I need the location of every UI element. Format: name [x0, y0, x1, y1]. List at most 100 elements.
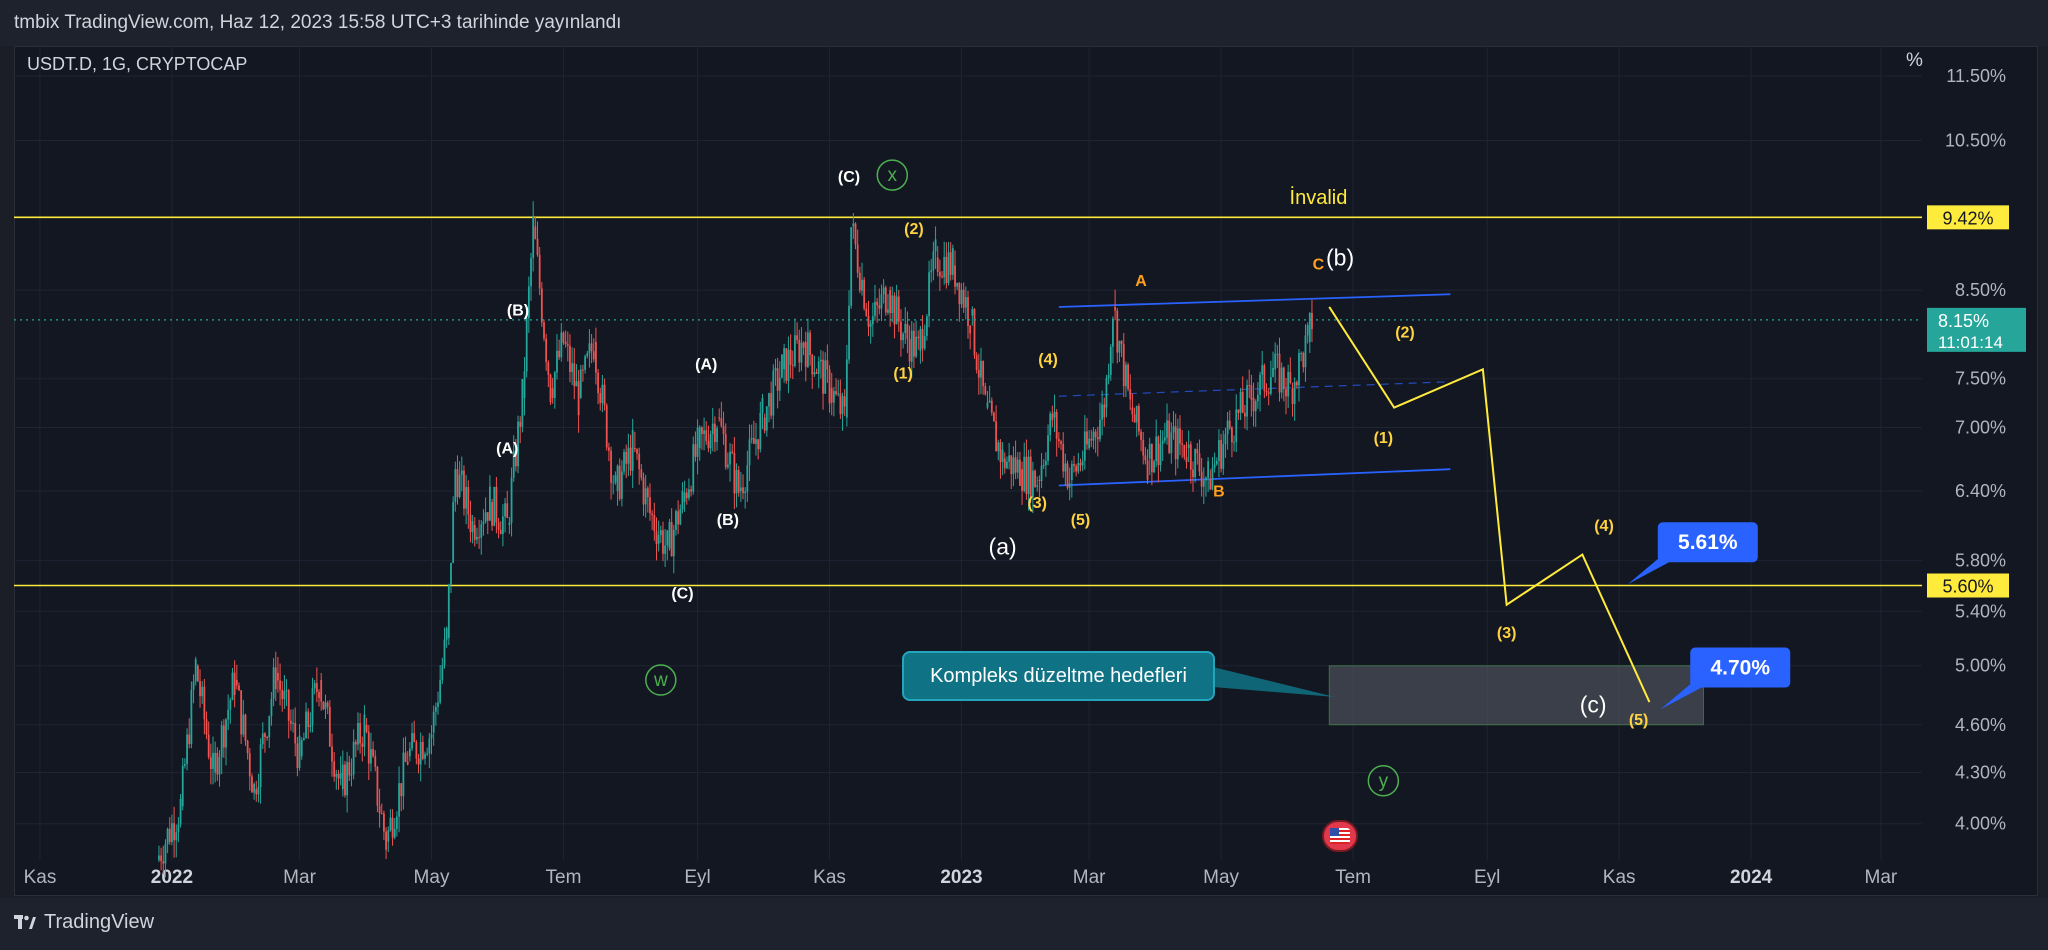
- candle-body: [1243, 412, 1246, 417]
- candle-body: [235, 680, 238, 686]
- candle-body: [590, 343, 593, 352]
- candle-body: [575, 381, 578, 387]
- candle-body: [486, 512, 489, 521]
- candle-body: [951, 248, 954, 275]
- wave-label-white: (A): [496, 440, 518, 457]
- tradingview-logo-icon: [14, 914, 36, 929]
- brand[interactable]: TradingView: [14, 911, 154, 934]
- candle-body: [1118, 341, 1121, 353]
- candle-body: [1269, 377, 1272, 394]
- candle-body: [1168, 420, 1171, 453]
- candle-body: [538, 254, 541, 289]
- candle-body: [854, 223, 857, 245]
- candle-body: [705, 430, 708, 441]
- symbol-legend[interactable]: USDT.D, 1G, CRYPTOCAP: [27, 54, 247, 75]
- candle-body: [480, 524, 483, 538]
- candle-body: [1047, 435, 1049, 461]
- candle-body: [956, 282, 959, 287]
- candle-body: [268, 716, 271, 738]
- candle-body: [923, 335, 926, 349]
- y-tick-label: 5.00%: [1955, 656, 2006, 676]
- candle-body: [1159, 443, 1162, 466]
- candle-body: [977, 370, 980, 378]
- candle-body: [300, 740, 303, 757]
- candle-body: [430, 734, 433, 739]
- wave-label-orange: B: [1213, 484, 1225, 501]
- candle-body: [852, 223, 855, 227]
- candle-body: [1239, 391, 1242, 413]
- candle-body: [988, 400, 991, 403]
- candle-body: [1198, 453, 1201, 472]
- candle-body: [746, 465, 749, 492]
- candle-body: [672, 529, 675, 557]
- x-tick-label: Mar: [283, 867, 316, 888]
- candle-body: [569, 345, 571, 373]
- x-tick-label: Tem: [1335, 867, 1371, 888]
- candle-body: [664, 545, 667, 554]
- candle-body: [350, 774, 353, 776]
- candle-body: [1116, 310, 1119, 353]
- candle-body: [861, 279, 863, 291]
- chart-svg[interactable]: 11.50% 10.50% 8.50% 7.50% 7.00% 6.40% 5.80% 5.4…: [0, 0, 2048, 950]
- wave-label-orange: C: [1313, 257, 1325, 274]
- candle-body: [244, 714, 247, 741]
- candle-body: [1051, 413, 1054, 421]
- candle-body: [1226, 420, 1229, 435]
- candle-body: [274, 667, 277, 690]
- candle-body: [934, 239, 937, 252]
- candle-body: [1055, 411, 1058, 439]
- candle-body: [248, 753, 251, 777]
- candle-body: [1031, 470, 1034, 498]
- candle-body: [175, 832, 178, 841]
- candle-body: [408, 748, 411, 757]
- candle-body: [432, 711, 435, 733]
- candle-body: [1166, 420, 1168, 438]
- candle-body: [1053, 411, 1056, 418]
- candle-body: [307, 711, 310, 728]
- y-tick-label: 8.50%: [1955, 280, 2006, 300]
- candle-body: [229, 699, 232, 710]
- candle-body: [930, 270, 933, 273]
- candle-body: [566, 344, 569, 346]
- candle-body: [166, 828, 169, 845]
- candle-body: [348, 762, 351, 776]
- candle-body: [1274, 353, 1277, 370]
- candle-body: [298, 735, 301, 768]
- candle-body: [980, 360, 982, 378]
- candle-body: [1077, 463, 1080, 472]
- candle-body: [640, 469, 643, 478]
- candle-body: [1129, 389, 1132, 400]
- y-tick-label: 7.50%: [1955, 369, 2006, 389]
- candle-body: [261, 733, 264, 745]
- wave-label-white: (C): [838, 169, 860, 186]
- candle-body: [657, 535, 660, 544]
- candle-body: [1042, 464, 1045, 466]
- candle-body: [696, 427, 699, 457]
- candle-body: [917, 336, 920, 339]
- candle-body: [690, 489, 693, 492]
- candle-body: [562, 332, 565, 343]
- candle-body: [497, 522, 500, 530]
- us-flag-event-icon[interactable]: [1322, 820, 1358, 852]
- callout-note[interactable]: Kompleks düzeltme hedefleri: [902, 651, 1215, 701]
- candle-body: [1248, 385, 1251, 387]
- candle-body: [928, 272, 930, 317]
- candle-body: [1231, 427, 1233, 443]
- y-tick-label: 7.00%: [1955, 418, 2006, 438]
- candle-body: [1192, 469, 1194, 478]
- candle-body: [1040, 465, 1043, 481]
- candle-body: [1006, 461, 1008, 469]
- candle-body: [465, 487, 468, 509]
- candle-body: [536, 238, 539, 255]
- candle-body: [521, 378, 524, 427]
- candle-body: [796, 335, 799, 340]
- candle-body: [162, 861, 165, 864]
- candle-body: [817, 361, 820, 374]
- candle-body: [370, 749, 372, 764]
- candle-body: [1185, 456, 1188, 462]
- candle-body: [309, 725, 312, 728]
- candle-body: [824, 360, 827, 394]
- candle-body: [804, 341, 807, 367]
- candle-body: [735, 470, 738, 494]
- candle-body: [1120, 341, 1123, 345]
